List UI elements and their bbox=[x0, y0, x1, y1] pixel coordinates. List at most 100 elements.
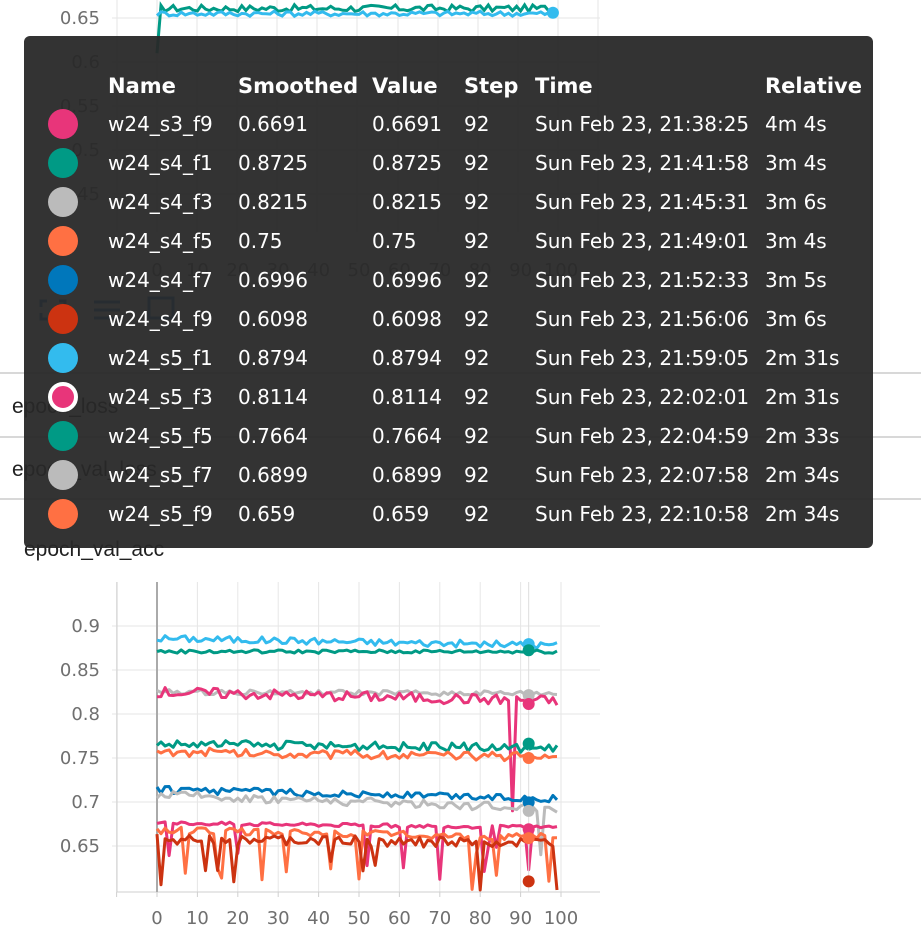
cell-name: w24_s5_f7 bbox=[108, 462, 213, 487]
series-swatch-cell bbox=[42, 221, 102, 260]
y-tick-label: 0.65 bbox=[60, 836, 100, 857]
cell-smoothed: 0.75 bbox=[238, 228, 283, 253]
cell-value: 0.75 bbox=[372, 228, 417, 253]
series-swatch-cell bbox=[42, 377, 102, 416]
series-line bbox=[156, 634, 558, 650]
cell-step: 92 bbox=[464, 423, 490, 448]
cell-smoothed: 0.6899 bbox=[238, 462, 308, 487]
series-color-swatch bbox=[48, 264, 78, 295]
cell-smoothed: 0.6098 bbox=[238, 306, 308, 331]
hover-tooltip: Name Smoothed Value Step Time Relative w… bbox=[24, 36, 873, 548]
cell-time: Sun Feb 23, 21:41:58 bbox=[535, 150, 750, 175]
cell-step: 92 bbox=[464, 501, 490, 526]
top-y-tick-label: 0.65 bbox=[60, 8, 100, 29]
cell-step: 92 bbox=[464, 111, 490, 136]
tooltip-row: w24_s5_f7 0.6899 0.6899 92 Sun Feb 23, 22:07… bbox=[42, 455, 868, 494]
cell-relative: 2m 31s bbox=[765, 345, 840, 370]
x-tick-label: 10 bbox=[186, 908, 209, 929]
header-name: Name bbox=[108, 74, 176, 98]
cell-step: 92 bbox=[464, 150, 490, 175]
series-color-swatch bbox=[48, 225, 78, 256]
cell-step: 92 bbox=[464, 228, 490, 253]
cell-name: w24_s4_f3 bbox=[108, 189, 213, 214]
hover-marker bbox=[522, 804, 535, 817]
series-line bbox=[156, 648, 558, 655]
cell-value: 0.8725 bbox=[372, 150, 442, 175]
y-tick-label: 0.9 bbox=[71, 616, 100, 637]
cell-name: w24_s5_f5 bbox=[108, 423, 213, 448]
series-color-swatch bbox=[48, 108, 78, 139]
series-color-swatch bbox=[48, 498, 78, 529]
series-swatch-cell bbox=[42, 143, 102, 182]
cell-step: 92 bbox=[464, 462, 490, 487]
cell-value: 0.8215 bbox=[372, 189, 442, 214]
cell-step: 92 bbox=[464, 267, 490, 292]
series-color-swatch bbox=[48, 381, 78, 412]
tooltip-table: Name Smoothed Value Step Time Relative w… bbox=[42, 68, 868, 533]
tooltip-header-row: Name Smoothed Value Step Time Relative bbox=[42, 68, 868, 104]
cell-relative: 3m 6s bbox=[765, 306, 827, 331]
x-tick-label: 70 bbox=[428, 908, 451, 929]
cell-time: Sun Feb 23, 22:04:59 bbox=[535, 423, 750, 448]
header-smoothed: Smoothed bbox=[238, 74, 359, 98]
header-time: Time bbox=[535, 74, 593, 98]
tooltip-row: w24_s5_f1 0.8794 0.8794 92 Sun Feb 23, 21:59… bbox=[42, 338, 868, 377]
cell-relative: 2m 33s bbox=[765, 423, 840, 448]
series-color-swatch bbox=[48, 459, 78, 490]
series-swatch-cell bbox=[42, 299, 102, 338]
y-tick-label: 0.75 bbox=[60, 748, 100, 769]
cell-smoothed: 0.8794 bbox=[238, 345, 308, 370]
y-tick-label: 0.8 bbox=[71, 704, 100, 725]
cell-value: 0.6691 bbox=[372, 111, 442, 136]
cell-time: Sun Feb 23, 21:59:05 bbox=[535, 345, 750, 370]
cell-time: Sun Feb 23, 21:52:33 bbox=[535, 267, 750, 292]
tooltip-body: w24_s3_f9 0.6691 0.6691 92 Sun Feb 23, 21:38… bbox=[42, 104, 868, 533]
cell-time: Sun Feb 23, 21:49:01 bbox=[535, 228, 750, 253]
cell-smoothed: 0.8725 bbox=[238, 150, 308, 175]
x-tick-label: 80 bbox=[469, 908, 492, 929]
cell-name: w24_s5_f3 bbox=[108, 384, 213, 409]
series-color-swatch bbox=[48, 147, 78, 178]
top-hover-marker bbox=[546, 6, 559, 19]
cell-value: 0.6098 bbox=[372, 306, 442, 331]
x-tick-label: 90 bbox=[509, 908, 532, 929]
hover-marker bbox=[522, 832, 535, 845]
cell-value: 0.6899 bbox=[372, 462, 442, 487]
y-tick-label: 0.7 bbox=[71, 792, 100, 813]
header-relative: Relative bbox=[765, 74, 862, 98]
tooltip-row: w24_s4_f9 0.6098 0.6098 92 Sun Feb 23, 21:56… bbox=[42, 299, 868, 338]
cell-relative: 4m 4s bbox=[765, 111, 827, 136]
cell-time: Sun Feb 23, 21:38:25 bbox=[535, 111, 750, 136]
cell-time: Sun Feb 23, 21:45:31 bbox=[535, 189, 750, 214]
cell-relative: 2m 34s bbox=[765, 501, 840, 526]
tooltip-row: w24_s5_f9 0.659 0.659 92 Sun Feb 23, 22:10:5… bbox=[42, 494, 868, 533]
cell-name: w24_s4_f9 bbox=[108, 306, 213, 331]
cell-step: 92 bbox=[464, 345, 490, 370]
cell-smoothed: 0.6996 bbox=[238, 267, 308, 292]
cell-value: 0.7664 bbox=[372, 423, 442, 448]
tooltip-row: w24_s4_f1 0.8725 0.8725 92 Sun Feb 23, 21:41… bbox=[42, 143, 868, 182]
cell-smoothed: 0.6691 bbox=[238, 111, 308, 136]
hover-marker bbox=[522, 875, 535, 888]
series-swatch-cell bbox=[42, 416, 102, 455]
series-color-swatch bbox=[48, 420, 78, 451]
cell-smoothed: 0.659 bbox=[238, 501, 296, 526]
series-swatch-cell bbox=[42, 104, 102, 143]
hover-marker bbox=[522, 752, 535, 764]
cell-relative: 3m 6s bbox=[765, 189, 827, 214]
cell-time: Sun Feb 23, 21:56:06 bbox=[535, 306, 750, 331]
series-swatch-cell bbox=[42, 455, 102, 494]
cell-time: Sun Feb 23, 22:10:58 bbox=[535, 501, 750, 526]
cell-smoothed: 0.8215 bbox=[238, 189, 308, 214]
chart-epoch-val-acc: 0.9 0.85 0.8 0.75 0.7 0.65 0 10 20 30 40 50 60 70 80 90… bbox=[60, 582, 600, 929]
tooltip-row: w24_s4_f5 0.75 0.75 92 Sun Feb 23, 21:49:01 3… bbox=[42, 221, 868, 260]
cell-value: 0.659 bbox=[372, 501, 430, 526]
tooltip-row: w24_s4_f7 0.6996 0.6996 92 Sun Feb 23, 21:52… bbox=[42, 260, 868, 299]
hover-marker bbox=[522, 737, 535, 750]
x-tick-label: 30 bbox=[267, 908, 290, 929]
cell-name: w24_s5_f1 bbox=[108, 345, 213, 370]
series-swatch-cell bbox=[42, 494, 102, 533]
cell-name: w24_s4_f1 bbox=[108, 150, 213, 175]
header-step: Step bbox=[464, 74, 519, 98]
cell-smoothed: 0.7664 bbox=[238, 423, 308, 448]
